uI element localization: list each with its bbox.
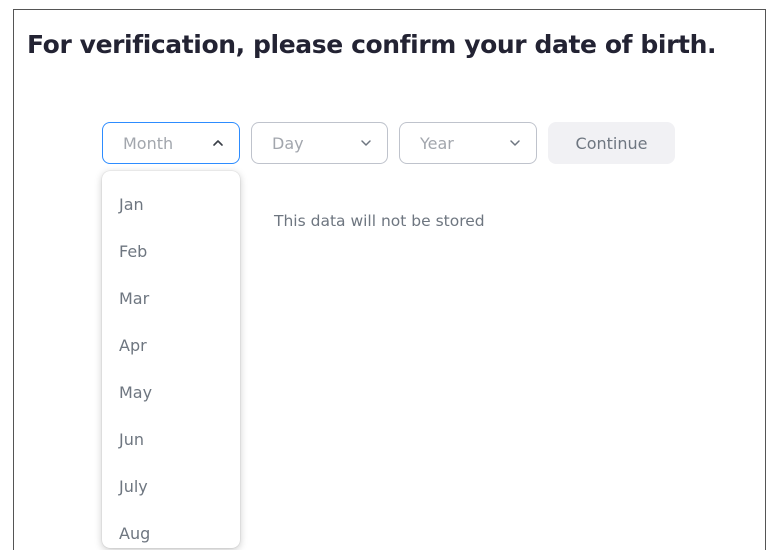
month-option-jan[interactable]: Jan bbox=[102, 181, 240, 228]
year-select-value: Year bbox=[420, 134, 454, 153]
month-dropdown-list[interactable]: Jan Feb Mar Apr May Jun July Aug bbox=[102, 171, 240, 548]
month-option-july[interactable]: July bbox=[102, 463, 240, 510]
month-option-jun[interactable]: Jun bbox=[102, 416, 240, 463]
year-select[interactable]: Year bbox=[399, 122, 537, 164]
chevron-down-icon bbox=[361, 140, 371, 146]
chevron-up-icon bbox=[213, 140, 223, 146]
month-option-may[interactable]: May bbox=[102, 369, 240, 416]
day-select[interactable]: Day bbox=[251, 122, 388, 164]
month-option-aug[interactable]: Aug bbox=[102, 510, 240, 548]
month-select-value: Month bbox=[123, 134, 174, 153]
month-option-apr[interactable]: Apr bbox=[102, 322, 240, 369]
month-select[interactable]: Month bbox=[102, 122, 240, 164]
continue-button[interactable]: Continue bbox=[548, 122, 675, 164]
page-title: For verification, please confirm your da… bbox=[27, 30, 717, 59]
dialog-frame: For verification, please confirm your da… bbox=[13, 9, 766, 550]
chevron-down-icon bbox=[510, 140, 520, 146]
month-option-feb[interactable]: Feb bbox=[102, 228, 240, 275]
month-option-mar[interactable]: Mar bbox=[102, 275, 240, 322]
privacy-note: This data will not be stored bbox=[274, 212, 485, 230]
day-select-value: Day bbox=[272, 134, 304, 153]
